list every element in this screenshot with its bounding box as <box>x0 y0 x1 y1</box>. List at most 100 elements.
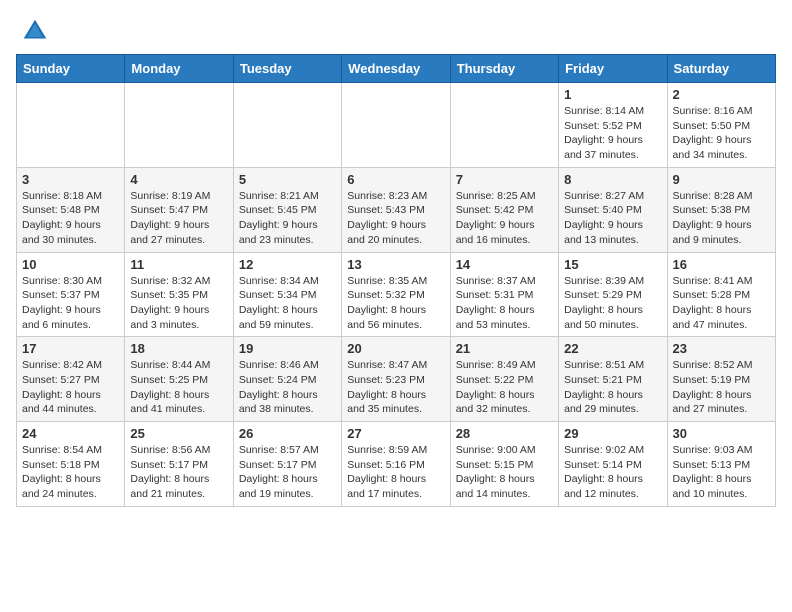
day-info: Sunrise: 8:21 AMSunset: 5:45 PMDaylight:… <box>239 189 336 248</box>
day-number: 1 <box>564 87 661 102</box>
day-info: Sunrise: 8:28 AMSunset: 5:38 PMDaylight:… <box>673 189 770 248</box>
day-info: Sunrise: 8:30 AMSunset: 5:37 PMDaylight:… <box>22 274 119 333</box>
day-info: Sunrise: 8:52 AMSunset: 5:19 PMDaylight:… <box>673 358 770 417</box>
calendar-cell <box>233 83 341 168</box>
day-info: Sunrise: 8:57 AMSunset: 5:17 PMDaylight:… <box>239 443 336 502</box>
calendar-cell: 18Sunrise: 8:44 AMSunset: 5:25 PMDayligh… <box>125 337 233 422</box>
day-info: Sunrise: 8:42 AMSunset: 5:27 PMDaylight:… <box>22 358 119 417</box>
day-number: 13 <box>347 257 444 272</box>
day-info: Sunrise: 8:54 AMSunset: 5:18 PMDaylight:… <box>22 443 119 502</box>
day-number: 15 <box>564 257 661 272</box>
column-header-sunday: Sunday <box>17 55 125 83</box>
day-number: 28 <box>456 426 553 441</box>
calendar-cell: 9 Sunrise: 8:28 AMSunset: 5:38 PMDaylight… <box>667 167 775 252</box>
calendar-cell: 4 Sunrise: 8:19 AMSunset: 5:47 PMDaylight… <box>125 167 233 252</box>
day-number: 21 <box>456 341 553 356</box>
day-number: 6 <box>347 172 444 187</box>
column-header-saturday: Saturday <box>667 55 775 83</box>
calendar-body: 1 Sunrise: 8:14 AMSunset: 5:52 PMDaylight… <box>17 83 776 507</box>
day-info: Sunrise: 8:37 AMSunset: 5:31 PMDaylight:… <box>456 274 553 333</box>
day-info: Sunrise: 8:41 AMSunset: 5:28 PMDaylight:… <box>673 274 770 333</box>
day-number: 14 <box>456 257 553 272</box>
day-number: 19 <box>239 341 336 356</box>
calendar-cell: 11Sunrise: 8:32 AMSunset: 5:35 PMDayligh… <box>125 252 233 337</box>
day-info: Sunrise: 9:02 AMSunset: 5:14 PMDaylight:… <box>564 443 661 502</box>
calendar-cell: 8 Sunrise: 8:27 AMSunset: 5:40 PMDaylight… <box>559 167 667 252</box>
calendar-cell: 10 Sunrise: 8:30 AMSunset: 5:37 PMDayligh… <box>17 252 125 337</box>
day-number: 24 <box>22 426 119 441</box>
calendar-cell <box>17 83 125 168</box>
day-number: 17 <box>22 341 119 356</box>
calendar-cell: 2Sunrise: 8:16 AMSunset: 5:50 PMDaylight… <box>667 83 775 168</box>
calendar-week-row: 1 Sunrise: 8:14 AMSunset: 5:52 PMDaylight… <box>17 83 776 168</box>
day-info: Sunrise: 8:27 AMSunset: 5:40 PMDaylight:… <box>564 189 661 248</box>
day-info: Sunrise: 8:56 AMSunset: 5:17 PMDaylight:… <box>130 443 227 502</box>
calendar-cell <box>342 83 450 168</box>
calendar-cell: 22Sunrise: 8:51 AMSunset: 5:21 PMDayligh… <box>559 337 667 422</box>
calendar-table: SundayMondayTuesdayWednesdayThursdayFrid… <box>16 54 776 507</box>
column-header-wednesday: Wednesday <box>342 55 450 83</box>
calendar-cell: 30Sunrise: 9:03 AMSunset: 5:13 PMDayligh… <box>667 422 775 507</box>
day-number: 5 <box>239 172 336 187</box>
calendar-cell: 23 Sunrise: 8:52 AMSunset: 5:19 PMDayligh… <box>667 337 775 422</box>
day-info: Sunrise: 8:23 AMSunset: 5:43 PMDaylight:… <box>347 189 444 248</box>
day-number: 22 <box>564 341 661 356</box>
calendar-week-row: 24 Sunrise: 8:54 AMSunset: 5:18 PMDayligh… <box>17 422 776 507</box>
day-info: Sunrise: 8:47 AMSunset: 5:23 PMDaylight:… <box>347 358 444 417</box>
calendar-cell: 24 Sunrise: 8:54 AMSunset: 5:18 PMDayligh… <box>17 422 125 507</box>
day-info: Sunrise: 8:35 AMSunset: 5:32 PMDaylight:… <box>347 274 444 333</box>
day-number: 10 <box>22 257 119 272</box>
day-number: 8 <box>564 172 661 187</box>
calendar-cell: 16 Sunrise: 8:41 AMSunset: 5:28 PMDayligh… <box>667 252 775 337</box>
day-info: Sunrise: 8:32 AMSunset: 5:35 PMDaylight:… <box>130 274 227 333</box>
calendar-cell: 29 Sunrise: 9:02 AMSunset: 5:14 PMDayligh… <box>559 422 667 507</box>
calendar-cell: 3 Sunrise: 8:18 AMSunset: 5:48 PMDaylight… <box>17 167 125 252</box>
column-header-friday: Friday <box>559 55 667 83</box>
day-info: Sunrise: 8:39 AMSunset: 5:29 PMDaylight:… <box>564 274 661 333</box>
day-number: 7 <box>456 172 553 187</box>
calendar-cell: 27 Sunrise: 8:59 AMSunset: 5:16 PMDayligh… <box>342 422 450 507</box>
day-info: Sunrise: 9:00 AMSunset: 5:15 PMDaylight:… <box>456 443 553 502</box>
calendar-cell: 15 Sunrise: 8:39 AMSunset: 5:29 PMDayligh… <box>559 252 667 337</box>
day-number: 27 <box>347 426 444 441</box>
day-info: Sunrise: 8:18 AMSunset: 5:48 PMDaylight:… <box>22 189 119 248</box>
day-number: 25 <box>130 426 227 441</box>
day-info: Sunrise: 8:59 AMSunset: 5:16 PMDaylight:… <box>347 443 444 502</box>
day-number: 23 <box>673 341 770 356</box>
day-number: 20 <box>347 341 444 356</box>
calendar-cell: 1 Sunrise: 8:14 AMSunset: 5:52 PMDaylight… <box>559 83 667 168</box>
calendar-cell: 14 Sunrise: 8:37 AMSunset: 5:31 PMDayligh… <box>450 252 558 337</box>
day-info: Sunrise: 8:25 AMSunset: 5:42 PMDaylight:… <box>456 189 553 248</box>
day-info: Sunrise: 8:46 AMSunset: 5:24 PMDaylight:… <box>239 358 336 417</box>
calendar-week-row: 17 Sunrise: 8:42 AMSunset: 5:27 PMDayligh… <box>17 337 776 422</box>
calendar-header-row: SundayMondayTuesdayWednesdayThursdayFrid… <box>17 55 776 83</box>
calendar-cell: 28 Sunrise: 9:00 AMSunset: 5:15 PMDayligh… <box>450 422 558 507</box>
page-header <box>0 0 792 54</box>
calendar-cell: 26 Sunrise: 8:57 AMSunset: 5:17 PMDayligh… <box>233 422 341 507</box>
calendar-cell: 17 Sunrise: 8:42 AMSunset: 5:27 PMDayligh… <box>17 337 125 422</box>
calendar-cell: 6 Sunrise: 8:23 AMSunset: 5:43 PMDaylight… <box>342 167 450 252</box>
day-info: Sunrise: 8:34 AMSunset: 5:34 PMDaylight:… <box>239 274 336 333</box>
column-header-thursday: Thursday <box>450 55 558 83</box>
day-info: Sunrise: 8:14 AMSunset: 5:52 PMDaylight:… <box>564 104 661 163</box>
day-number: 29 <box>564 426 661 441</box>
calendar-week-row: 10 Sunrise: 8:30 AMSunset: 5:37 PMDayligh… <box>17 252 776 337</box>
calendar-cell <box>125 83 233 168</box>
calendar-cell: 13 Sunrise: 8:35 AMSunset: 5:32 PMDayligh… <box>342 252 450 337</box>
day-number: 18 <box>130 341 227 356</box>
calendar-week-row: 3 Sunrise: 8:18 AMSunset: 5:48 PMDaylight… <box>17 167 776 252</box>
day-number: 3 <box>22 172 119 187</box>
column-header-monday: Monday <box>125 55 233 83</box>
day-number: 12 <box>239 257 336 272</box>
day-info: Sunrise: 8:19 AMSunset: 5:47 PMDaylight:… <box>130 189 227 248</box>
logo <box>20 16 54 46</box>
day-number: 9 <box>673 172 770 187</box>
column-header-tuesday: Tuesday <box>233 55 341 83</box>
day-number: 26 <box>239 426 336 441</box>
day-number: 30 <box>673 426 770 441</box>
day-number: 16 <box>673 257 770 272</box>
day-number: 4 <box>130 172 227 187</box>
calendar-cell: 19 Sunrise: 8:46 AMSunset: 5:24 PMDayligh… <box>233 337 341 422</box>
day-info: Sunrise: 8:49 AMSunset: 5:22 PMDaylight:… <box>456 358 553 417</box>
calendar-cell: 12 Sunrise: 8:34 AMSunset: 5:34 PMDayligh… <box>233 252 341 337</box>
